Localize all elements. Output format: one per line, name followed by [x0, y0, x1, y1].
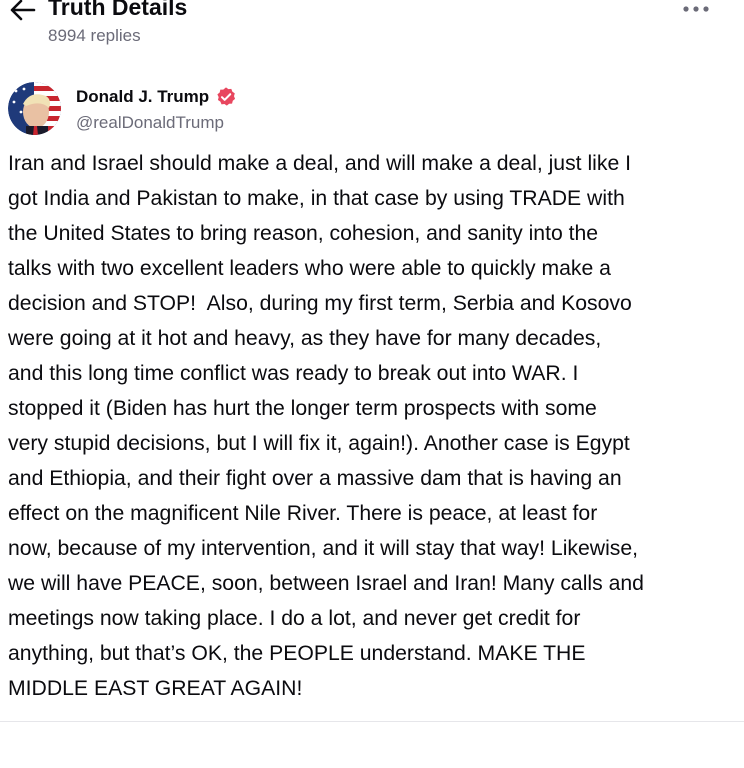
- divider: [0, 721, 744, 722]
- truth-details-page: Truth Details 8994 replies Donald J. Tru…: [0, 0, 744, 768]
- ellipsis-icon: [683, 6, 709, 12]
- more-options-button[interactable]: [680, 0, 712, 18]
- author-handle[interactable]: @realDonaldTrump: [76, 113, 224, 133]
- author-name[interactable]: Donald J. Trump: [76, 87, 209, 107]
- author-name-row: Donald J. Trump: [76, 85, 237, 109]
- back-button[interactable]: [8, 0, 38, 24]
- verified-badge-icon: [217, 87, 236, 106]
- page-title: Truth Details: [48, 0, 188, 20]
- reply-count: 8994 replies: [48, 26, 141, 45]
- post-text: Iran and Israel should make a deal, and …: [8, 152, 644, 700]
- arrow-left-icon: [10, 0, 36, 21]
- page-header: Truth Details 8994 replies: [0, 0, 744, 52]
- avatar[interactable]: [8, 82, 61, 135]
- post-author: Donald J. Trump @realDonaldTrump: [8, 82, 708, 136]
